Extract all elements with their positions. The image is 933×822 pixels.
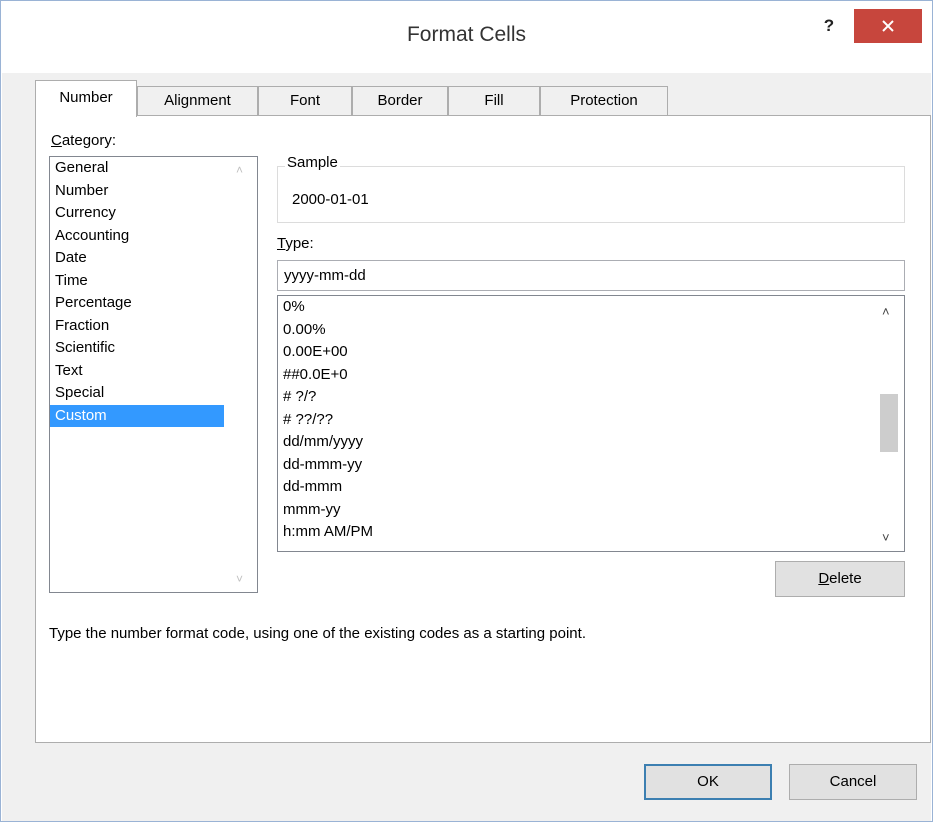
tab-border[interactable]: Border [352, 86, 448, 115]
type-scrollbar[interactable]: ˄ ˅ [874, 296, 904, 551]
type-listbox[interactable]: 0% 0.00% 0.00E+00 ##0.0E+0 # ?/? # ??/??… [277, 295, 905, 552]
tab-fill[interactable]: Fill [448, 86, 540, 115]
category-scrollbar[interactable]: ˄ ˅ [227, 157, 257, 592]
scrollbar-thumb[interactable] [880, 394, 898, 452]
close-icon [882, 20, 894, 32]
sample-value: 2000-01-01 [292, 191, 369, 208]
category-label: Category: [51, 132, 116, 149]
category-item-date[interactable]: Date [50, 247, 257, 270]
tab-number[interactable]: Number [35, 80, 137, 117]
category-item-accounting[interactable]: Accounting [50, 225, 257, 248]
category-label-accelerator: C [51, 132, 62, 149]
tab-label: Fill [484, 92, 504, 109]
category-listbox[interactable]: General Number Currency Accounting Date … [49, 156, 258, 593]
delete-button[interactable]: Delete [775, 561, 905, 597]
type-item[interactable]: mmm-yy [278, 499, 904, 522]
delete-label: elete [829, 570, 862, 587]
category-item-general[interactable]: General [50, 157, 257, 180]
dialog-title: Format Cells [406, 23, 527, 46]
type-label-text: ype: [285, 235, 314, 252]
category-item-scientific[interactable]: Scientific [50, 337, 257, 360]
category-item-fraction[interactable]: Fraction [50, 315, 257, 338]
type-item[interactable]: # ??/?? [278, 409, 904, 432]
sample-legend: Sample [285, 154, 340, 171]
category-label-text: ategory: [61, 132, 117, 149]
close-button[interactable] [854, 9, 922, 43]
scroll-down-icon[interactable]: ˅ [882, 530, 890, 545]
type-item[interactable]: 0.00E+00 [278, 341, 904, 364]
category-item-special[interactable]: Special [50, 382, 257, 405]
sample-group: 2000-01-01 [277, 166, 905, 223]
tab-label: Alignment [164, 92, 231, 109]
category-item-percentage[interactable]: Percentage [50, 292, 257, 315]
dialog-client-area: Number Alignment Font Border Fill Protec… [2, 73, 931, 821]
type-item[interactable]: ##0.0E+0 [278, 364, 904, 387]
tab-protection[interactable]: Protection [540, 86, 668, 115]
tab-label: Protection [570, 92, 638, 109]
type-item[interactable]: dd/mm/yyyy [278, 431, 904, 454]
type-label: Type: [277, 235, 314, 252]
category-item-currency[interactable]: Currency [50, 202, 257, 225]
type-item[interactable]: 0.00% [278, 319, 904, 342]
category-item-number[interactable]: Number [50, 180, 257, 203]
number-tab-panel: Category: General Number Currency Accoun… [35, 115, 931, 743]
cancel-button[interactable]: Cancel [789, 764, 917, 800]
type-item[interactable]: h:mm AM/PM [278, 521, 904, 544]
category-item-custom[interactable]: Custom [50, 404, 224, 427]
type-item[interactable]: dd-mmm [278, 476, 904, 499]
type-item[interactable]: # ?/? [278, 386, 904, 409]
format-cells-dialog: Format Cells ? Number Alignment Font Bor… [0, 0, 933, 822]
category-item-time[interactable]: Time [50, 270, 257, 293]
delete-accelerator: D [818, 570, 830, 587]
tab-alignment[interactable]: Alignment [137, 86, 258, 115]
type-input[interactable] [277, 260, 905, 291]
hint-text: Type the number format code, using one o… [49, 625, 586, 642]
scroll-down-icon[interactable]: ˅ [236, 572, 243, 586]
tab-font[interactable]: Font [258, 86, 352, 115]
type-item[interactable]: 0% [278, 296, 904, 319]
type-item[interactable]: dd-mmm-yy [278, 454, 904, 477]
category-item-text[interactable]: Text [50, 360, 257, 383]
scroll-up-icon[interactable]: ˄ [882, 304, 890, 319]
tab-label: Border [377, 92, 423, 109]
help-button[interactable]: ? [819, 15, 839, 37]
scroll-up-icon[interactable]: ˄ [236, 163, 243, 177]
title-bar: Format Cells ? [1, 1, 932, 73]
ok-button[interactable]: OK [644, 764, 772, 800]
tab-label: Number [59, 89, 113, 106]
tab-label: Font [289, 92, 320, 109]
